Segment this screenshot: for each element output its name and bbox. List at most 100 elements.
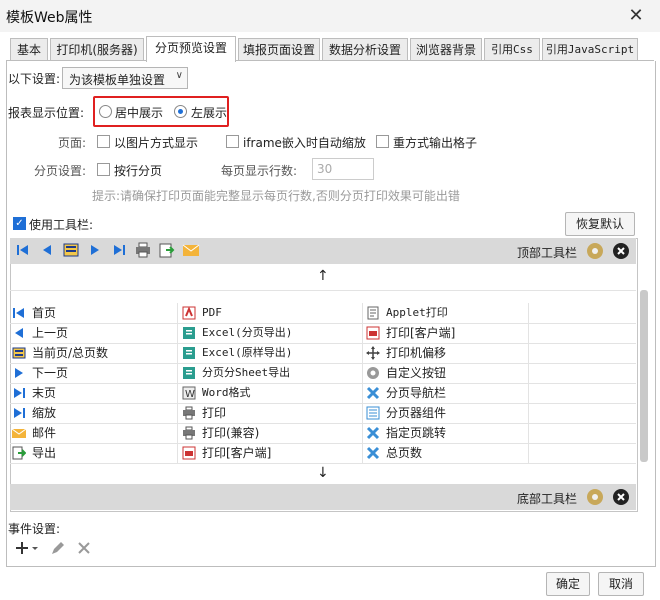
item-label: 邮件 [32, 426, 57, 440]
grid-line [10, 290, 636, 291]
row-line [10, 423, 636, 424]
page-count-icon[interactable] [62, 241, 80, 259]
excel-icon [183, 327, 195, 339]
pager-icon [366, 406, 380, 420]
top-toolbar-bar: 顶部工具栏 [10, 238, 636, 264]
bottom-gear-icon[interactable] [586, 488, 604, 506]
word-icon: W [182, 386, 196, 400]
move-icon [366, 346, 380, 360]
move-down-arrow[interactable]: ↓ [317, 465, 329, 481]
edit-event-icon[interactable] [50, 540, 66, 556]
last-page-icon [14, 388, 25, 398]
page-label: 页面: [58, 136, 87, 150]
item-label: 打印 [202, 406, 227, 420]
tab-fill-page[interactable]: 填报页面设置 [238, 38, 320, 61]
position-label: 报表显示位置: [8, 106, 85, 120]
use-toolbar-label: 使用工具栏: [29, 218, 94, 232]
zoom-icon [14, 408, 25, 418]
heavy-output-label: 重方式输出格子 [393, 136, 478, 150]
tab-browser-bg[interactable]: 浏览器背景 [410, 38, 482, 61]
first-page-icon[interactable] [14, 241, 32, 259]
row-line [10, 403, 636, 404]
delete-event-icon[interactable] [76, 540, 92, 556]
bottom-toolbar-label: 底部工具栏 [517, 492, 578, 506]
hint-text: 提示:请确保打印页面能完整显示每页行数,否则分页打印效果可能出错 [92, 189, 460, 203]
top-close-icon[interactable] [612, 242, 630, 260]
item-label: 缩放 [32, 406, 57, 420]
tab-basic[interactable]: 基本 [10, 38, 48, 61]
puzzle-icon [366, 426, 380, 440]
item-label: 总页数 [386, 446, 423, 460]
item-label: 下一页 [32, 366, 69, 380]
tab-paging-preview[interactable]: 分页预览设置 [146, 36, 236, 62]
events-label: 事件设置: [8, 522, 61, 536]
title-bar [0, 0, 660, 32]
mail-icon[interactable] [182, 241, 200, 259]
top-gear-icon[interactable] [586, 242, 604, 260]
scope-select[interactable]: 为该模板单独设置 ∨ [62, 67, 188, 89]
rows-per-page-placeholder: 30 [317, 162, 333, 176]
last-page-icon[interactable] [110, 241, 128, 259]
item-label: 导出 [32, 446, 57, 460]
rows-per-page-label: 每页显示行数: [221, 164, 298, 178]
prev-page-icon[interactable] [38, 241, 56, 259]
gear-icon [367, 367, 379, 379]
tab-printer-server[interactable]: 打印机(服务器) [50, 38, 144, 61]
iframe-scale-checkbox[interactable] [226, 135, 239, 148]
export-icon [12, 446, 26, 460]
svg-text:W: W [185, 389, 195, 400]
tab-javascript[interactable]: 引用JavaScript [542, 38, 638, 61]
item-label: 首页 [32, 306, 57, 320]
scope-value: 为该模板单独设置 [69, 73, 166, 87]
item-label: Applet打印 [386, 306, 448, 319]
print-icon [183, 406, 195, 420]
item-label: PDF [202, 306, 222, 319]
item-label: Excel(分页导出) [202, 326, 293, 339]
first-page-icon [13, 308, 24, 318]
heavy-output-checkbox[interactable] [376, 135, 389, 148]
grid-scrollbar[interactable] [640, 290, 648, 462]
radio-left-label: 左展示 [191, 106, 228, 120]
radio-center-label: 居中展示 [115, 106, 164, 120]
print-icon[interactable] [134, 241, 152, 259]
pdf-print-icon [182, 446, 196, 460]
window-title: 模板Web属性 [6, 10, 93, 26]
prev-page-icon [15, 328, 23, 338]
item-label: 打印(兼容) [202, 426, 260, 440]
next-page-icon[interactable] [86, 241, 104, 259]
rows-per-page-input[interactable]: 30 [312, 158, 374, 180]
item-label: Excel(原样导出) [202, 346, 293, 359]
item-label: 自定义按钮 [386, 366, 447, 380]
radio-left[interactable] [174, 105, 187, 118]
tab-data-analysis[interactable]: 数据分析设置 [322, 38, 408, 61]
chevron-down-icon: ∨ [175, 70, 183, 81]
ok-button[interactable]: 确定 [546, 572, 590, 596]
image-mode-checkbox[interactable] [97, 135, 110, 148]
applet-icon [367, 306, 379, 320]
restore-default-button[interactable]: 恢复默认 [565, 212, 635, 236]
add-event-icon[interactable] [14, 540, 40, 556]
row-line [10, 443, 636, 444]
close-button[interactable]: ✕ [624, 4, 648, 28]
item-label: 末页 [32, 386, 57, 400]
item-label: Word格式 [202, 386, 251, 399]
by-row-label: 按行分页 [114, 164, 163, 178]
use-toolbar-checkbox[interactable]: ✓ [13, 217, 26, 230]
export-icon[interactable] [158, 241, 176, 259]
radio-center[interactable] [99, 105, 112, 118]
top-toolbar-label: 顶部工具栏 [517, 246, 578, 260]
row-line [10, 323, 636, 324]
puzzle-icon [366, 386, 380, 400]
item-label: 当前页/总页数 [32, 346, 109, 360]
row-line [10, 363, 636, 364]
tab-css[interactable]: 引用Css [484, 38, 540, 61]
by-row-checkbox[interactable] [97, 163, 110, 176]
pdf-icon [182, 306, 196, 320]
move-up-arrow[interactable]: ↑ [317, 268, 329, 284]
item-label: 指定页跳转 [386, 426, 447, 440]
bottom-close-icon[interactable] [612, 488, 630, 506]
cancel-button[interactable]: 取消 [598, 572, 644, 596]
excel-icon [183, 367, 195, 379]
row-line [10, 463, 636, 464]
row-line [10, 383, 636, 384]
